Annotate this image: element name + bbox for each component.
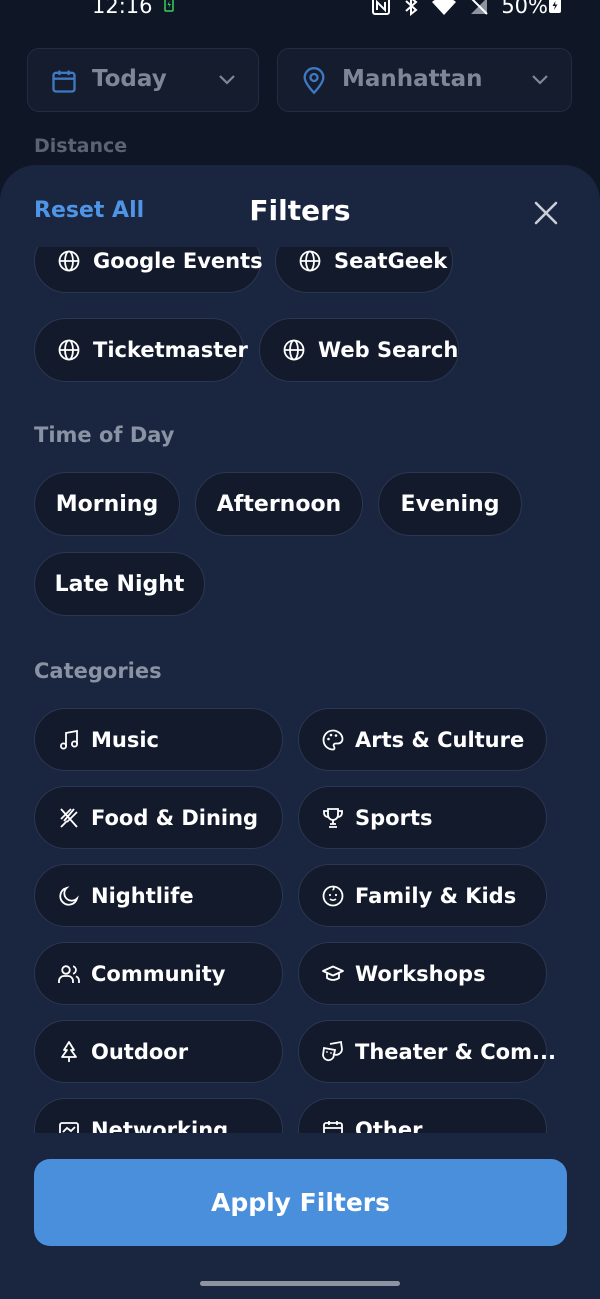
globe-icon (58, 339, 80, 361)
category-label: Family & Kids (355, 883, 517, 908)
tree-icon (61, 1040, 77, 1062)
graduation-cap-icon (322, 965, 344, 981)
location-selector-label: Manhattan (342, 66, 483, 92)
utensils-icon (60, 807, 78, 828)
time-option-late-night[interactable]: Late Night (34, 552, 205, 616)
trophy-icon (323, 807, 343, 828)
time-option-evening[interactable]: Evening (378, 472, 522, 536)
calendar-icon (323, 1120, 343, 1133)
battery-percent: 50% (501, 0, 548, 18)
filters-scroll-area[interactable]: Google Events SeatGeek Ticketmaster Web … (0, 247, 600, 1133)
status-bar: 12:16 50% (0, 0, 600, 20)
source-label: Web Search (318, 338, 459, 362)
distance-label: Distance (34, 135, 128, 157)
source-pill-ticketmaster[interactable]: Ticketmaster (34, 318, 248, 382)
source-label: Google Events (93, 249, 263, 273)
category-pill-theater-comedy[interactable]: Theater & Com... (298, 1020, 556, 1083)
date-selector-label: Today (92, 66, 167, 92)
status-icons: 50% (371, 0, 548, 18)
source-pill-web-search[interactable]: Web Search (259, 318, 459, 382)
source-pill-google-events[interactable]: Google Events (34, 247, 263, 293)
category-pill-sports[interactable]: Sports (298, 786, 547, 849)
time-option-afternoon[interactable]: Afternoon (195, 472, 363, 536)
charging-icon (164, 0, 174, 12)
users-icon (58, 964, 80, 983)
category-label: Theater & Com... (355, 1039, 556, 1064)
category-label: Other (355, 1117, 423, 1134)
category-pill-other[interactable]: Other (298, 1098, 547, 1133)
globe-icon (58, 250, 80, 272)
category-label: Arts & Culture (355, 727, 525, 752)
category-pill-networking[interactable]: Networking (34, 1098, 283, 1133)
globe-icon (299, 250, 321, 272)
category-pill-arts-culture[interactable]: Arts & Culture (298, 708, 547, 771)
category-label: Food & Dining (91, 805, 259, 830)
location-pin-icon (303, 67, 325, 95)
baby-face-icon (322, 885, 344, 906)
music-note-icon (60, 729, 78, 749)
close-icon[interactable] (532, 199, 560, 227)
theater-masks-icon (322, 1040, 343, 1061)
filters-sheet: Reset All Filters Google Events SeatGeek (0, 165, 600, 1299)
time-of-day-label: Time of Day (34, 423, 175, 447)
palette-icon (322, 729, 344, 750)
category-label: Music (91, 727, 159, 752)
category-label: Nightlife (91, 883, 194, 908)
status-time: 12:16 (92, 0, 153, 18)
category-label: Community (91, 961, 226, 986)
apply-filters-button[interactable]: Apply Filters (34, 1159, 567, 1246)
nfc-icon (372, 0, 391, 15)
globe-icon (283, 339, 305, 361)
source-pill-seatgeek[interactable]: SeatGeek (275, 247, 453, 293)
sheet-title: Filters (249, 194, 351, 227)
time-option-morning[interactable]: Morning (34, 472, 180, 536)
chevron-down-icon (219, 75, 235, 85)
source-label: SeatGeek (334, 249, 448, 273)
battery-icon (549, 0, 561, 13)
location-selector[interactable]: Manhattan (277, 48, 572, 112)
category-pill-workshops[interactable]: Workshops (298, 942, 547, 1005)
category-pill-community[interactable]: Community (34, 942, 283, 1005)
home-indicator[interactable] (200, 1281, 400, 1286)
category-label: Outdoor (91, 1039, 189, 1064)
category-pill-nightlife[interactable]: Nightlife (34, 864, 283, 927)
category-pill-food-dining[interactable]: Food & Dining (34, 786, 283, 849)
moon-icon (59, 885, 79, 906)
networking-icon (59, 1121, 79, 1133)
categories-label: Categories (34, 659, 162, 683)
source-label: Ticketmaster (93, 338, 248, 362)
calendar-icon (52, 70, 76, 93)
wifi-icon (432, 0, 457, 15)
category-pill-family-kids[interactable]: Family & Kids (298, 864, 547, 927)
category-pill-music[interactable]: Music (34, 708, 283, 771)
category-label: Networking (91, 1117, 229, 1134)
category-label: Workshops (355, 961, 486, 986)
chevron-down-icon (532, 75, 548, 85)
signal-icon (471, 0, 489, 15)
category-label: Sports (355, 805, 433, 830)
bluetooth-icon (405, 0, 418, 16)
category-pill-outdoor[interactable]: Outdoor (34, 1020, 283, 1083)
date-selector[interactable]: Today (27, 48, 259, 112)
